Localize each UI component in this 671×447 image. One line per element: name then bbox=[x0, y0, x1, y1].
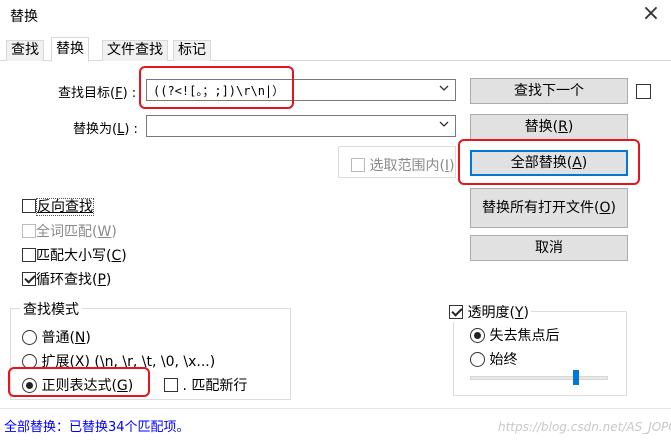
tab-bar-divider bbox=[0, 60, 671, 61]
tab-replace[interactable]: 替换 bbox=[51, 37, 89, 62]
backward-checkbox[interactable]: 反向查找 bbox=[22, 196, 94, 216]
radio-normal[interactable] bbox=[22, 330, 37, 345]
annotation-highlight-find bbox=[139, 66, 294, 109]
window-title: 替换 bbox=[10, 9, 38, 25]
close-button[interactable]: × bbox=[636, 3, 666, 26]
wrap-around-checkbox[interactable]: 循环查找(P) bbox=[22, 269, 111, 289]
radio-always[interactable] bbox=[470, 352, 485, 367]
tab-mark[interactable]: 标记 bbox=[173, 40, 211, 61]
whole-word-checkbox[interactable]: 全词匹配(W) bbox=[22, 221, 117, 241]
replace-all-open-files-button[interactable]: 替换所有打开文件(O) bbox=[470, 188, 628, 228]
radio-lose-focus[interactable] bbox=[470, 328, 485, 343]
replace-button[interactable]: 替换(R) bbox=[470, 114, 628, 140]
on-lose-focus-radio[interactable]: 失去焦点后 bbox=[470, 325, 559, 345]
transparency-box[interactable] bbox=[449, 305, 463, 319]
annotation-highlight-regex bbox=[8, 367, 150, 397]
transparency-slider-track[interactable] bbox=[470, 376, 608, 380]
match-case-box[interactable] bbox=[22, 248, 36, 262]
cancel-button[interactable]: 取消 bbox=[470, 235, 628, 261]
wrap-around-box[interactable] bbox=[22, 272, 36, 286]
tab-find-in-files[interactable]: 文件查找 bbox=[102, 40, 168, 61]
backward-box[interactable] bbox=[22, 199, 36, 213]
transparency-slider-thumb[interactable] bbox=[572, 370, 579, 385]
always-on-top-checkbox[interactable] bbox=[636, 84, 651, 99]
annotation-highlight-replace-all bbox=[458, 139, 640, 185]
tab-find[interactable]: 查找 bbox=[6, 40, 44, 61]
find-label: 查找目标(F) : bbox=[58, 86, 137, 101]
whole-word-box[interactable] bbox=[22, 224, 36, 238]
match-case-checkbox[interactable]: 匹配大小写(C) bbox=[22, 245, 127, 265]
dot-newline-box[interactable] bbox=[164, 378, 178, 392]
mode-normal-radio[interactable]: 普通(N) bbox=[22, 327, 91, 347]
find-next-button[interactable]: 查找下一个 bbox=[470, 78, 628, 104]
in-selection-checkbox[interactable]: 选取范围内(I) bbox=[351, 155, 455, 175]
chevron-down-icon[interactable] bbox=[439, 83, 449, 93]
in-selection-box[interactable] bbox=[351, 158, 365, 172]
search-mode-title: 查找模式 bbox=[20, 299, 82, 319]
transparency-checkbox[interactable]: 透明度(Y) bbox=[447, 302, 531, 322]
replace-combobox[interactable] bbox=[146, 115, 456, 137]
chevron-down-icon[interactable] bbox=[439, 119, 449, 129]
status-divider bbox=[0, 408, 671, 409]
status-message: 全部替换：已替换34个匹配项。 bbox=[4, 420, 190, 435]
watermark-text: https://blog.csdn.net/AS_JOPO bbox=[498, 420, 671, 434]
replace-label: 替换为(L) : bbox=[73, 122, 138, 137]
always-radio[interactable]: 始终 bbox=[470, 349, 517, 369]
dot-matches-newline-checkbox[interactable]: . 匹配新行 bbox=[164, 375, 247, 395]
